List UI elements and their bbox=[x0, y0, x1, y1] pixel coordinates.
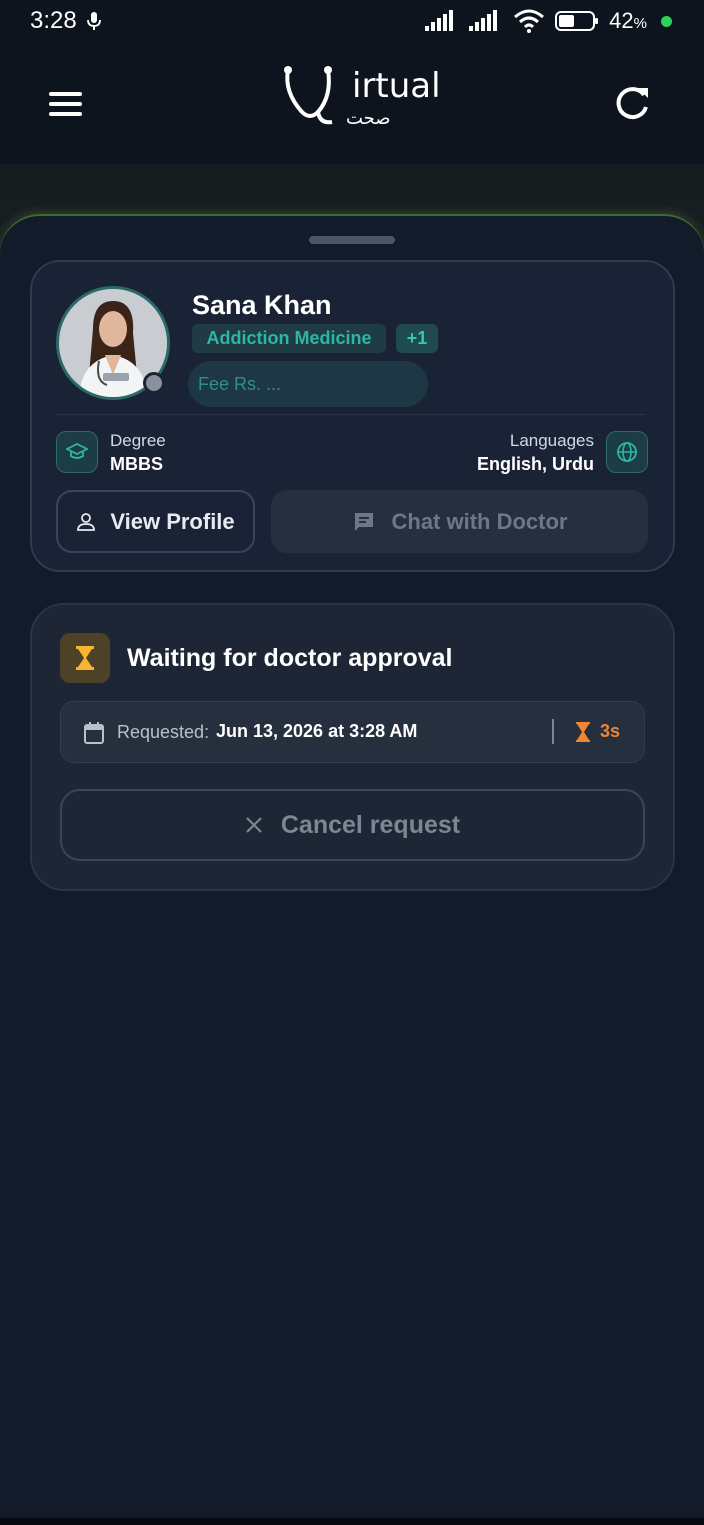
signal-icon bbox=[469, 10, 498, 31]
logo-text: irtual bbox=[352, 66, 441, 106]
row-separator bbox=[552, 719, 554, 744]
languages-label: Languages bbox=[509, 431, 594, 450]
view-profile-label: View Profile bbox=[110, 508, 235, 534]
fee-pill: Fee Rs. ... bbox=[188, 361, 428, 407]
refresh-button[interactable] bbox=[608, 80, 656, 128]
online-status-dot bbox=[143, 372, 165, 394]
card-divider bbox=[56, 414, 646, 415]
elapsed-timer: 3s bbox=[600, 721, 621, 741]
hamburger-menu-icon bbox=[49, 92, 82, 116]
signal-icon bbox=[425, 10, 454, 31]
refresh-icon bbox=[616, 87, 648, 120]
languages-value: English, Urdu bbox=[477, 454, 594, 474]
more-specialties-chip[interactable]: +1 bbox=[396, 324, 438, 353]
status-time: 3:28 bbox=[30, 7, 77, 34]
status-bar: 3:28 42% bbox=[0, 0, 704, 42]
doctor-name: Sana Khan bbox=[192, 290, 332, 320]
person-icon bbox=[77, 512, 96, 531]
calendar-icon bbox=[84, 722, 104, 744]
requested-datetime: Jun 13, 2026 at 3:28 AM bbox=[216, 721, 418, 741]
microphone-icon bbox=[86, 12, 101, 30]
globe-icon bbox=[617, 442, 637, 462]
battery-icon bbox=[555, 11, 599, 31]
app-bar: irtual صحت bbox=[0, 42, 704, 164]
stethoscope-logo-icon bbox=[284, 66, 333, 125]
navigation-bar bbox=[0, 1518, 704, 1525]
menu-button[interactable] bbox=[44, 82, 88, 126]
logo-subtext: صحت bbox=[346, 108, 391, 129]
pending-status-icon-box bbox=[60, 633, 110, 683]
degree-label: Degree bbox=[110, 431, 166, 450]
request-status-title: Waiting for doctor approval bbox=[127, 644, 453, 672]
requested-label: Requested: bbox=[117, 722, 210, 742]
specialty-chip: Addiction Medicine bbox=[192, 324, 386, 353]
privacy-indicator-dot bbox=[661, 15, 672, 27]
degree-icon-box bbox=[56, 431, 98, 473]
cancel-request-button[interactable]: Cancel request bbox=[60, 789, 645, 861]
sheet-drag-handle[interactable] bbox=[309, 236, 395, 244]
battery-percentage: 42% bbox=[609, 8, 647, 33]
wifi-icon bbox=[514, 9, 545, 33]
languages-icon-box bbox=[606, 431, 648, 473]
close-icon bbox=[246, 817, 262, 833]
graduation-cap-icon bbox=[66, 442, 88, 459]
view-profile-button[interactable]: View Profile bbox=[56, 490, 255, 553]
chat-with-doctor-label: Chat with Doctor bbox=[391, 508, 568, 534]
chat-bubble-icon bbox=[354, 512, 373, 531]
degree-value: MBBS bbox=[110, 454, 163, 474]
hourglass-icon bbox=[76, 646, 94, 670]
timer-hourglass-icon bbox=[576, 722, 590, 742]
cancel-request-label: Cancel request bbox=[280, 810, 461, 839]
chat-with-doctor-button[interactable]: Chat with Doctor bbox=[271, 490, 648, 553]
